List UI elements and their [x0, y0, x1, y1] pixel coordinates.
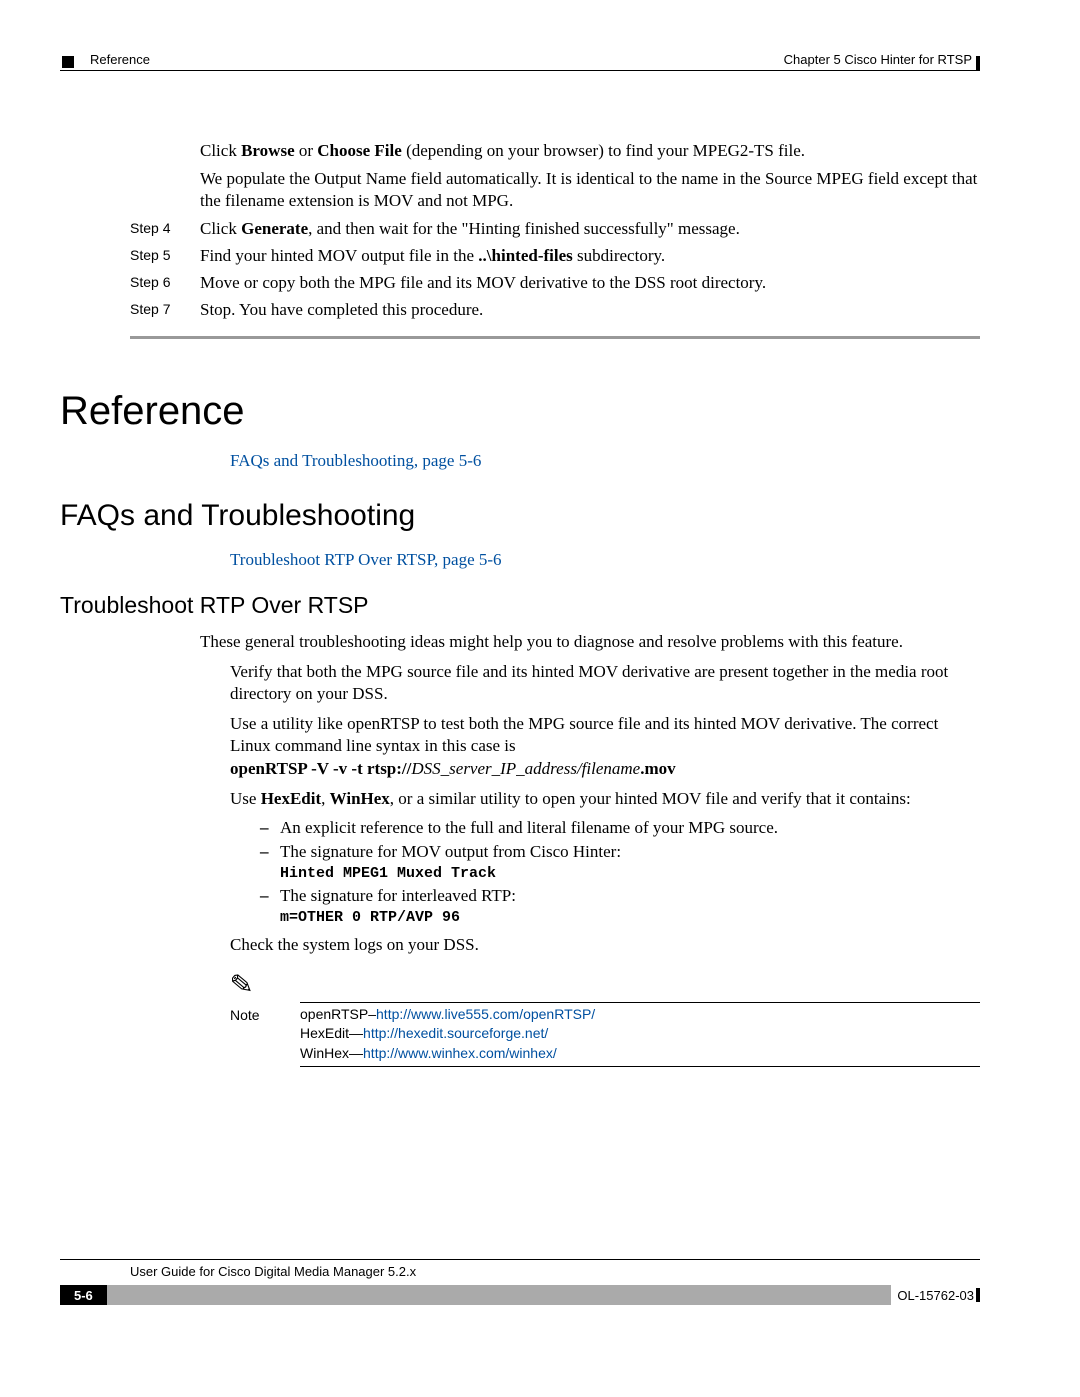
text: Find your hinted MOV output file in the — [200, 246, 478, 265]
corner-marker-left — [62, 56, 74, 68]
heading-troubleshoot: Troubleshoot RTP Over RTSP — [60, 592, 980, 619]
text: subdirectory. — [573, 246, 665, 265]
dash-icon: – — [260, 818, 280, 838]
step-4: Step 4 Click Generate, and then wait for… — [60, 218, 980, 241]
list-item: – The signature for MOV output from Cisc… — [260, 842, 980, 882]
text: , and then wait for the "Hinting finishe… — [308, 219, 740, 238]
step-text: Find your hinted MOV output file in the … — [200, 245, 980, 268]
footer-title: User Guide for Cisco Digital Media Manag… — [130, 1264, 980, 1279]
troubleshoot-intro: These general troubleshooting ideas migh… — [200, 631, 980, 653]
step-text: Move or copy both the MPG file and its M… — [200, 272, 980, 295]
note-rule-top — [300, 1002, 980, 1003]
text: Use a utility like openRTSP to test both… — [230, 714, 938, 755]
footer-gray-bar — [107, 1285, 892, 1305]
text: , — [321, 789, 330, 808]
note-lines: openRTSP–http://www.live555.com/openRTSP… — [300, 1005, 980, 1064]
body: Click Browse or Choose File (depending o… — [60, 140, 980, 1067]
footer-rule — [60, 1259, 980, 1260]
intro-paragraph-2: We populate the Output Name field automa… — [200, 168, 980, 212]
step-label: Step 6 — [130, 272, 200, 295]
cmd-bold: openRTSP -V -v -t rtsp:// — [230, 759, 411, 778]
step-label: Step 4 — [130, 218, 200, 241]
cmd-italic: DSS_server_IP_address/filename — [411, 759, 640, 778]
header-rule — [60, 70, 980, 71]
code: Hinted MPEG1 Muxed Track — [280, 865, 496, 882]
text: , or a similar utility to open your hint… — [390, 789, 911, 808]
list-item: – The signature for interleaved RTP: m=O… — [260, 886, 980, 926]
dash-icon: – — [260, 842, 280, 882]
intro-paragraph-1: Click Browse or Choose File (depending o… — [200, 140, 980, 162]
step-label: Step 7 — [130, 299, 200, 322]
text: HexEdit— — [300, 1025, 363, 1041]
note-row: Note openRTSP–http://www.live555.com/ope… — [230, 1005, 980, 1064]
running-head-right: Chapter 5 Cisco Hinter for RTSP — [784, 52, 972, 67]
bullet-text: The signature for MOV output from Cisco … — [280, 842, 621, 882]
text: openRTSP– — [300, 1006, 376, 1022]
link-winhex[interactable]: http://www.winhex.com/winhex/ — [363, 1045, 557, 1061]
heading-faqs: FAQs and Troubleshooting — [60, 499, 980, 533]
bold: ..\hinted-files — [478, 246, 572, 265]
dash-icon: – — [260, 886, 280, 926]
troubleshoot-check-logs: Check the system logs on your DSS. — [230, 934, 980, 956]
step-label: Step 5 — [130, 245, 200, 268]
pencil-icon: ✎ — [229, 971, 255, 1001]
link-hexedit[interactable]: http://hexedit.sourceforge.net/ — [363, 1025, 548, 1041]
text: Use — [230, 789, 261, 808]
code: m=OTHER 0 RTP/AVP 96 — [280, 909, 460, 926]
note-label: Note — [230, 1005, 300, 1064]
troubleshoot-verify: Verify that both the MPG source file and… — [230, 661, 980, 705]
page-number: 5-6 — [60, 1285, 107, 1305]
corner-marker-right-bottom — [976, 1288, 980, 1302]
bold: WinHex — [330, 789, 390, 808]
running-head-left: Reference — [90, 52, 150, 67]
footer-bar: 5-6 OL-15762-03 — [60, 1285, 980, 1305]
corner-marker-right — [976, 56, 980, 70]
procedure-end-rule — [130, 336, 980, 339]
page: Reference Chapter 5 Cisco Hinter for RTS… — [0, 0, 1080, 1397]
step-text: Click Generate, and then wait for the "H… — [200, 218, 980, 241]
list-item: – An explicit reference to the full and … — [260, 818, 980, 838]
bold: HexEdit — [261, 789, 321, 808]
bullet-text: The signature for interleaved RTP: m=OTH… — [280, 886, 516, 926]
text: Click — [200, 219, 241, 238]
bullet-list: – An explicit reference to the full and … — [260, 818, 980, 926]
footer: User Guide for Cisco Digital Media Manag… — [60, 1259, 980, 1305]
bullet-text: An explicit reference to the full and li… — [280, 818, 778, 838]
step-7: Step 7 Stop. You have completed this pro… — [60, 299, 980, 322]
note-rule-bottom — [300, 1066, 980, 1067]
cmd-bold: .mov — [640, 759, 675, 778]
heading-reference: Reference — [60, 389, 980, 434]
troubleshoot-use-openrtsp: Use a utility like openRTSP to test both… — [230, 713, 980, 779]
troubleshoot-hexedit: Use HexEdit, WinHex, or a similar utilit… — [230, 788, 980, 810]
text: The signature for MOV output from Cisco … — [280, 842, 621, 861]
bold: Generate — [241, 219, 308, 238]
link-openrtsp[interactable]: http://www.live555.com/openRTSP/ — [376, 1006, 595, 1022]
text: The signature for interleaved RTP: — [280, 886, 516, 905]
step-6: Step 6 Move or copy both the MPG file an… — [60, 272, 980, 295]
note-block: ✎ Note openRTSP–http://www.live555.com/o… — [230, 972, 980, 1067]
doc-id: OL-15762-03 — [891, 1285, 980, 1305]
step-5: Step 5 Find your hinted MOV output file … — [60, 245, 980, 268]
step-text: Stop. You have completed this procedure. — [200, 299, 980, 322]
xref-faqs[interactable]: FAQs and Troubleshooting, page 5-6 — [230, 451, 980, 471]
troubleshoot-body: These general troubleshooting ideas migh… — [60, 631, 980, 1067]
xref-troubleshoot[interactable]: Troubleshoot RTP Over RTSP, page 5-6 — [230, 550, 980, 570]
text: WinHex— — [300, 1045, 363, 1061]
